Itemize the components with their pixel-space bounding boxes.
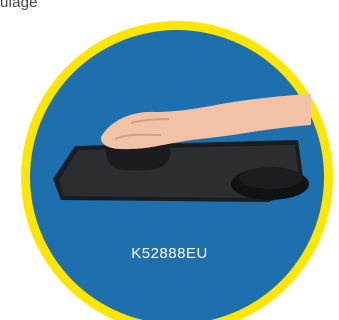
truncated-heading-text: ulage — [0, 0, 38, 11]
product-badge — [19, 19, 335, 320]
product-code-label: K52888EU — [131, 245, 208, 262]
mousepad-icon — [53, 140, 309, 202]
product-badge-card: ulage K52888EU — [0, 0, 339, 320]
badge-graphic — [21, 21, 333, 320]
